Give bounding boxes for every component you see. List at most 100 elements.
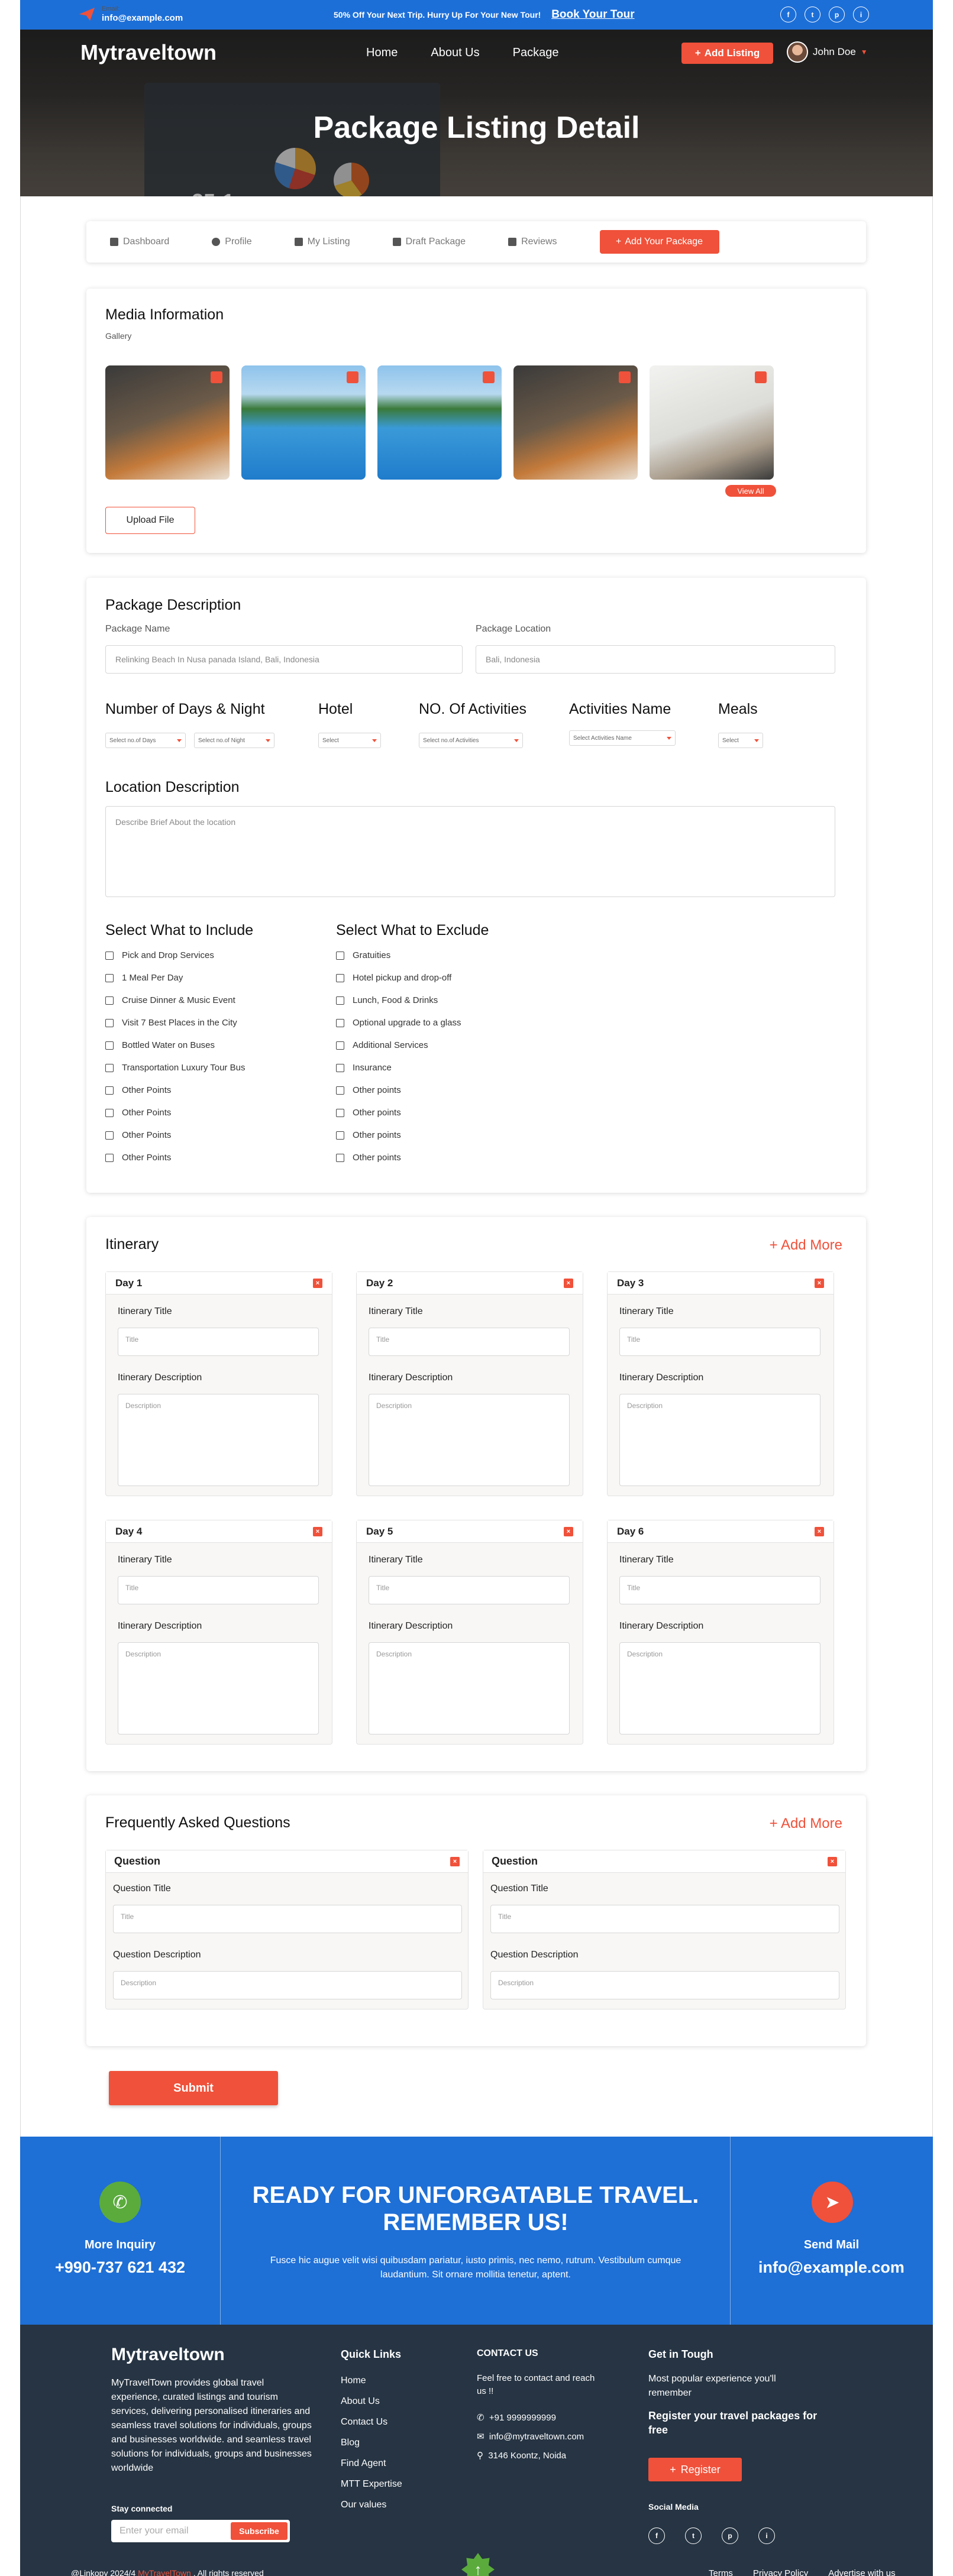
delete-icon[interactable] [755, 371, 767, 383]
upload-file-button[interactable]: Upload File [105, 507, 195, 534]
pinterest-icon[interactable]: p [829, 7, 845, 22]
send-mail-email[interactable]: info@example.com [730, 2258, 933, 2277]
question-title-input[interactable]: Title [490, 1905, 839, 1933]
exclude-checkbox-item[interactable]: Other points [336, 1130, 401, 1140]
exclude-checkbox-item[interactable]: Optional upgrade to a glass [336, 1018, 461, 1028]
nav-package[interactable]: Package [513, 46, 559, 60]
add-package-button[interactable]: + Add Your Package [599, 230, 719, 254]
checkbox[interactable] [105, 1041, 114, 1050]
delete-icon[interactable] [347, 371, 358, 383]
faq-add-more-button[interactable]: + Add More [770, 1816, 842, 1832]
include-checkbox-item[interactable]: Transportation Luxury Tour Bus [105, 1063, 245, 1073]
email-value[interactable]: info@example.com [102, 13, 183, 24]
meals-select[interactable]: Select [718, 733, 763, 748]
itinerary-add-more-button[interactable]: + Add More [770, 1237, 842, 1254]
contact-phone[interactable]: ✆ +91 9999999999 [477, 2412, 556, 2423]
instagram-icon[interactable]: i [758, 2528, 775, 2544]
itinerary-title-input[interactable]: Title [619, 1328, 820, 1356]
exclude-checkbox-item[interactable]: Hotel pickup and drop-off [336, 973, 451, 983]
nav-home[interactable]: Home [366, 46, 398, 60]
checkbox[interactable] [336, 951, 344, 960]
night-select[interactable]: Select no.of Night [194, 733, 274, 748]
quick-link[interactable]: Find Agent [341, 2458, 386, 2469]
close-icon[interactable]: × [815, 1526, 824, 1536]
checkbox[interactable] [336, 973, 344, 982]
view-all-button[interactable]: View All [725, 485, 776, 497]
instagram-icon[interactable]: i [853, 7, 869, 22]
gallery-image[interactable] [241, 365, 366, 480]
checkbox[interactable] [105, 1018, 114, 1027]
itinerary-description-input[interactable]: Description [369, 1642, 570, 1734]
include-checkbox-item[interactable]: Other Points [105, 1108, 171, 1118]
itinerary-description-input[interactable]: Description [619, 1394, 820, 1486]
copyright-brand[interactable]: MyTravelTown [138, 2568, 191, 2576]
quick-link[interactable]: Our values [341, 2500, 386, 2510]
checkbox[interactable] [336, 1153, 344, 1162]
register-button[interactable]: + Register [648, 2458, 742, 2481]
gallery-image[interactable] [513, 365, 638, 480]
include-checkbox-item[interactable]: Other Points [105, 1085, 171, 1095]
itinerary-description-input[interactable]: Description [619, 1642, 820, 1734]
delete-icon[interactable] [483, 371, 495, 383]
checkbox[interactable] [105, 1086, 114, 1095]
activities-count-select[interactable]: Select no.of Activities [419, 733, 523, 748]
checkbox[interactable] [336, 1063, 344, 1072]
question-title-input[interactable]: Title [113, 1905, 462, 1933]
book-tour-link[interactable]: Book Your Tour [551, 8, 634, 21]
submit-button[interactable]: Submit [109, 2071, 278, 2105]
itinerary-title-input[interactable]: Title [369, 1576, 570, 1604]
hotel-select[interactable]: Select [318, 733, 381, 748]
package-location-input[interactable]: Bali, Indonesia [476, 645, 835, 674]
include-checkbox-item[interactable]: Other Points [105, 1153, 171, 1163]
itinerary-description-input[interactable]: Description [369, 1394, 570, 1486]
close-icon[interactable]: × [313, 1278, 322, 1288]
close-icon[interactable]: × [313, 1526, 322, 1536]
close-icon[interactable]: × [564, 1278, 573, 1288]
terms-link[interactable]: Terms [709, 2568, 733, 2576]
question-description-input[interactable]: Description [490, 1971, 839, 1999]
scroll-top-icon[interactable]: ↑ [461, 2553, 495, 2576]
exclude-checkbox-item[interactable]: Gratuities [336, 950, 390, 960]
checkbox[interactable] [336, 1041, 344, 1050]
location-description-input[interactable]: Describe Brief About the location [105, 806, 835, 897]
checkbox[interactable] [336, 1086, 344, 1095]
tab-dashboard[interactable]: Dashboard [110, 237, 169, 247]
exclude-checkbox-item[interactable]: Other points [336, 1085, 401, 1095]
contact-email[interactable]: ✉ info@mytraveltown.com [477, 2431, 584, 2442]
checkbox[interactable] [336, 1018, 344, 1027]
include-checkbox-item[interactable]: Bottled Water on Buses [105, 1040, 215, 1050]
include-checkbox-item[interactable]: Other Points [105, 1130, 171, 1140]
facebook-icon[interactable]: f [648, 2528, 665, 2544]
itinerary-title-input[interactable]: Title [118, 1328, 319, 1356]
checkbox[interactable] [105, 951, 114, 960]
itinerary-title-input[interactable]: Title [118, 1576, 319, 1604]
include-checkbox-item[interactable]: Pick and Drop Services [105, 950, 214, 960]
package-name-input[interactable]: Relinking Beach In Nusa panada Island, B… [105, 645, 463, 674]
checkbox[interactable] [105, 1153, 114, 1162]
activities-name-select[interactable]: Select Activities Name [569, 730, 676, 746]
inquiry-phone[interactable]: +990-737 621 432 [20, 2258, 220, 2277]
close-icon[interactable]: × [815, 1278, 824, 1288]
add-listing-button[interactable]: + Add Listing [681, 43, 773, 64]
newsletter-email-input[interactable]: Enter your email [119, 2526, 189, 2536]
include-checkbox-item[interactable]: Visit 7 Best Places in the City [105, 1018, 237, 1028]
checkbox[interactable] [105, 1131, 114, 1140]
footer-logo[interactable]: Mytraveltown [111, 2345, 225, 2365]
site-logo[interactable]: Mytraveltown [80, 40, 217, 65]
quick-link[interactable]: Contact Us [341, 2417, 387, 2428]
subscribe-button[interactable]: Subscribe [231, 2522, 287, 2540]
close-icon[interactable]: × [450, 1856, 460, 1866]
tab-draft-package[interactable]: Draft Package [392, 237, 466, 247]
itinerary-description-input[interactable]: Description [118, 1642, 319, 1734]
close-icon[interactable]: × [828, 1856, 837, 1866]
gallery-image[interactable] [650, 365, 774, 480]
gallery-image[interactable] [377, 365, 502, 480]
facebook-icon[interactable]: f [780, 7, 796, 22]
itinerary-description-input[interactable]: Description [118, 1394, 319, 1486]
checkbox[interactable] [336, 1108, 344, 1117]
quick-link[interactable]: MTT Expertise [341, 2479, 402, 2490]
exclude-checkbox-item[interactable]: Additional Services [336, 1040, 428, 1050]
checkbox[interactable] [105, 1063, 114, 1072]
days-select[interactable]: Select no.of Days [105, 733, 186, 748]
itinerary-title-input[interactable]: Title [619, 1576, 820, 1604]
